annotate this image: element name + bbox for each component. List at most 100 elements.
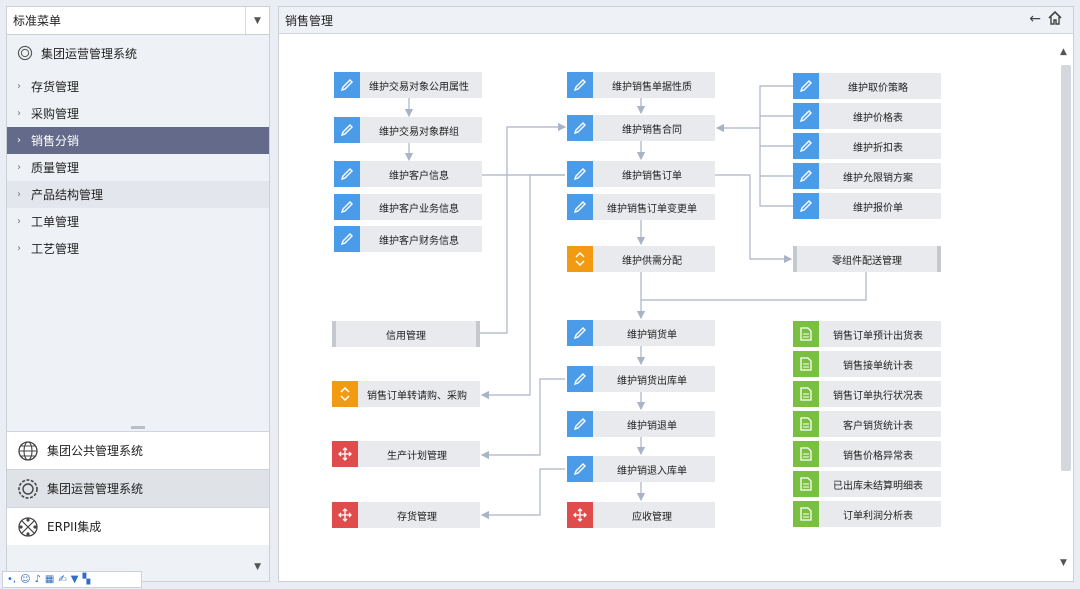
report-icon: [793, 471, 819, 497]
tree-item-label: 工艺管理: [31, 242, 80, 256]
menu-select[interactable]: 标准菜单 ▼: [7, 7, 269, 35]
edit-icon: [567, 115, 593, 141]
flow-node-sales-delivery[interactable]: 维护销货单: [567, 320, 715, 346]
chevron-right-icon: ›: [17, 81, 21, 92]
flow-node-label: 维护允限销方案: [843, 172, 913, 184]
convert-icon: [567, 246, 593, 272]
ime-punct-icon[interactable]: •,: [7, 573, 16, 587]
report-label: 销售订单执行状况表: [833, 390, 923, 402]
tree-item-sales[interactable]: › 销售分销: [7, 127, 269, 154]
flow-node-inventory-management[interactable]: 存货管理: [332, 502, 480, 528]
edit-icon: [793, 163, 819, 189]
edit-icon: [334, 72, 360, 98]
flow-node-trade-object-attrs[interactable]: 维护交易对象公用属性: [334, 72, 482, 98]
edit-icon: [334, 161, 360, 187]
keyboard-icon[interactable]: ▦: [45, 573, 54, 587]
flow-node-quotation[interactable]: 维护报价单: [793, 193, 941, 219]
report-so-expected-shipment[interactable]: 销售订单预计出货表: [793, 321, 941, 347]
emoji-icon[interactable]: ☺: [20, 573, 30, 587]
tree-item-label: 工单管理: [31, 215, 80, 229]
panel-splitter-handle[interactable]: [131, 426, 145, 429]
tree-item-label: 产品结构管理: [31, 188, 104, 202]
flow-node-sales-contract[interactable]: 维护销售合同: [567, 115, 715, 141]
system-title-label: 集团运营管理系统: [41, 46, 138, 61]
tree-item-quality[interactable]: › 质量管理: [7, 154, 269, 181]
flow-node-price-list[interactable]: 维护价格表: [793, 103, 941, 129]
toolbox-icon[interactable]: ▚: [82, 573, 90, 587]
report-customer-sales-stats[interactable]: 客户销货统计表: [793, 411, 941, 437]
tree-item-workorder[interactable]: › 工单管理: [7, 208, 269, 235]
flow-node-sales-limit-plan[interactable]: 维护允限销方案: [793, 163, 941, 189]
report-price-anomaly[interactable]: 销售价格异常表: [793, 441, 941, 467]
chevron-down-icon[interactable]: ▼: [254, 562, 261, 572]
report-so-execution-status[interactable]: 销售订单执行状况表: [793, 381, 941, 407]
flow-node-so-to-purchase[interactable]: 销售订单转请购、采购: [332, 381, 480, 407]
flow-node-label: 维护销售单据性质: [612, 81, 692, 93]
flow-node-credit-management[interactable]: 信用管理: [332, 321, 480, 347]
flow-node-label: 维护价格表: [853, 112, 903, 124]
flow-node-label: 生产计划管理: [387, 450, 447, 462]
tree-item-process[interactable]: › 工艺管理: [7, 235, 269, 262]
move-icon: [332, 441, 358, 467]
edit-icon: [793, 133, 819, 159]
flow-node-customer-business[interactable]: 维护客户业务信息: [334, 194, 482, 220]
flow-node-supply-demand[interactable]: 维护供需分配: [567, 246, 715, 272]
flow-node-pricing-strategy[interactable]: 维护取价策略: [793, 73, 941, 99]
system-button-erp2[interactable]: ERPII集成: [7, 507, 269, 545]
network-icon: [18, 516, 38, 537]
microphone-icon[interactable]: ♪: [35, 573, 41, 587]
gear-ring-icon: [17, 45, 33, 61]
flow-node-label: 维护客户财务信息: [379, 235, 459, 247]
chevron-down-icon[interactable]: ▼: [1060, 558, 1067, 568]
flow-node-component-delivery[interactable]: 零组件配送管理: [793, 246, 941, 272]
move-icon: [567, 502, 593, 528]
report-order-profit[interactable]: 订单利润分析表: [793, 501, 941, 527]
flow-node-sales-return-inbound[interactable]: 维护销退入库单: [567, 456, 715, 482]
flow-node-label: 维护交易对象公用属性: [369, 81, 469, 93]
home-icon[interactable]: [1047, 10, 1063, 26]
flow-node-customer-finance[interactable]: 维护客户财务信息: [334, 226, 482, 252]
skin-icon[interactable]: ▼: [71, 573, 79, 587]
flow-node-label: 维护交易对象群组: [379, 126, 459, 138]
report-icon: [793, 321, 819, 347]
flow-node-sales-order-change[interactable]: 维护销售订单变更单: [567, 194, 715, 220]
tree-item-bom[interactable]: › 产品结构管理: [7, 181, 269, 208]
flow-node-label: 维护取价策略: [848, 82, 908, 94]
flow-node-sales-doc-nature[interactable]: 维护销售单据性质: [567, 72, 715, 98]
report-icon: [793, 441, 819, 467]
tree-item-purchase[interactable]: › 采购管理: [7, 100, 269, 127]
back-arrow-icon[interactable]: ←: [1029, 11, 1041, 27]
report-icon: [793, 381, 819, 407]
edit-icon: [793, 73, 819, 99]
flow-node-label: 维护销售订单: [622, 170, 682, 182]
flow-node-trade-object-group[interactable]: 维护交易对象群组: [334, 117, 482, 143]
tree-item-inventory[interactable]: › 存货管理: [7, 73, 269, 100]
flow-node-production-plan[interactable]: 生产计划管理: [332, 441, 480, 467]
chevron-down-icon[interactable]: ▼: [245, 7, 269, 34]
flow-node-customer-info[interactable]: 维护客户信息: [334, 161, 482, 187]
vertical-scrollbar[interactable]: ▲ ▼: [1059, 45, 1073, 575]
edit-icon: [567, 320, 593, 346]
flow-node-sales-outbound[interactable]: 维护销货出库单: [567, 366, 715, 392]
chevron-right-icon: ›: [17, 189, 21, 200]
report-label: 销售接单统计表: [843, 360, 913, 372]
flow-node-discount-table[interactable]: 维护折扣表: [793, 133, 941, 159]
edit-icon: [567, 366, 593, 392]
chevron-up-icon[interactable]: ▲: [1060, 47, 1067, 57]
flow-node-sales-order[interactable]: 维护销售订单: [567, 161, 715, 187]
flow-node-sales-return[interactable]: 维护销退单: [567, 411, 715, 437]
report-unsettled-outbound[interactable]: 已出库未结算明细表: [793, 471, 941, 497]
report-label: 客户销货统计表: [843, 420, 913, 432]
edit-icon: [567, 72, 593, 98]
handwriting-icon[interactable]: ✍: [58, 573, 66, 587]
flow-node-label: 维护销售订单变更单: [607, 203, 697, 215]
flow-node-label: 应收管理: [632, 511, 672, 523]
flow-node-receivables[interactable]: 应收管理: [567, 502, 715, 528]
system-button-public[interactable]: 集团公共管理系统: [7, 431, 269, 469]
system-button-operations[interactable]: 集团运营管理系统: [7, 469, 269, 507]
report-sales-order-stats[interactable]: 销售接单统计表: [793, 351, 941, 377]
chevron-right-icon: ›: [17, 216, 21, 227]
flow-node-label: 维护销货单: [627, 329, 677, 341]
scrollbar-thumb[interactable]: [1061, 65, 1071, 471]
edit-icon: [567, 161, 593, 187]
